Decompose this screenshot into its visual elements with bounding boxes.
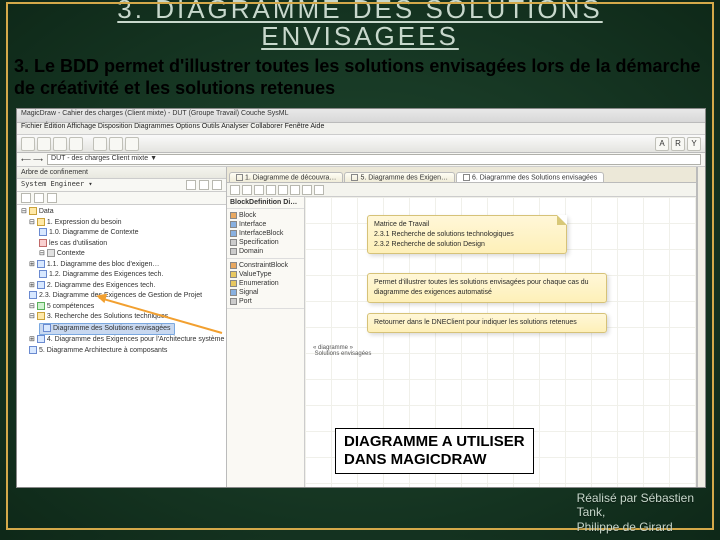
palette-item[interactable]: ValueType (230, 270, 301, 279)
palette-item[interactable]: ConstraintBlock (230, 261, 301, 270)
palette-item[interactable]: Enumeration (230, 279, 301, 288)
diagram-tab[interactable]: 1. Diagramme de découvra… (229, 172, 343, 182)
tree-item[interactable]: 2.3. Diagramme des Exigences de Gestion … (19, 291, 224, 302)
palette-item[interactable]: Domain (230, 247, 301, 256)
mini-button[interactable] (254, 185, 264, 195)
slide-subtitle: 3. Le BDD permet d'illustrer toutes les … (0, 51, 720, 102)
tree-item[interactable]: ⊟ 3. Recherche des Solutions techniques (19, 312, 224, 323)
right-collapsed-pane[interactable] (697, 167, 705, 487)
tree-item[interactable]: ⊟ 1. Expression du besoin (19, 218, 224, 229)
toolbar-button[interactable] (37, 137, 51, 151)
left-pane-header: Arbre de confinement (17, 167, 226, 179)
mini-button[interactable] (266, 185, 276, 195)
tree-item[interactable]: 1.0. Diagramme de Contexte (19, 228, 224, 239)
palette-item[interactable]: Block (230, 211, 301, 220)
tree-item[interactable]: ⊟ Data (19, 207, 224, 218)
toolbar-button[interactable] (109, 137, 123, 151)
toolbar-button[interactable]: A (655, 137, 669, 151)
app-titlebar: MagicDraw - Cahier des charges (Client m… (17, 109, 705, 123)
tree-item[interactable]: ⊞ 1.1. Diagramme des bloc d'exigen… (19, 260, 224, 271)
diagram-element-label: « diagramme » Solutions envisagées (313, 345, 371, 357)
mini-button[interactable] (47, 193, 57, 203)
tree-item[interactable]: les cas d'utilisation (19, 239, 224, 250)
mini-button[interactable] (314, 185, 324, 195)
tree-item[interactable]: ⊟ Contexte (19, 249, 224, 260)
credit-text: Réalisé par Sébastien Tank, Philippe de … (577, 491, 694, 534)
tab-row[interactable]: 1. Diagramme de découvra… 5. Diagramme d… (227, 167, 696, 183)
sticky-note[interactable]: Matrice de Travail 2.3.1 Recherche de so… (367, 215, 567, 254)
mini-button[interactable] (290, 185, 300, 195)
diagram-tab[interactable]: 5. Diagramme des Exigen… (344, 172, 455, 182)
left-pane-toolbar[interactable]: System Engineer ▾ (17, 179, 226, 192)
callout-box: DIAGRAMME A UTILISER DANS MAGICDRAW (335, 428, 534, 474)
left-pane-filter[interactable] (17, 192, 226, 205)
palette-item[interactable]: Interface (230, 220, 301, 229)
sticky-note[interactable]: Permet d'illustrer toutes les solutions … (367, 273, 607, 303)
mini-button[interactable] (302, 185, 312, 195)
palette-item[interactable]: Specification (230, 238, 301, 247)
toolbar-button[interactable]: R (671, 137, 685, 151)
sticky-note[interactable]: Retourner dans le DNEClient pour indique… (367, 313, 607, 333)
containment-tree[interactable]: ⊟ Data ⊟ 1. Expression du besoin 1.0. Di… (17, 205, 226, 487)
slide-title: 3. DIAGRAMME DES SOLUTIONS ENVISAGEES (0, 0, 720, 51)
path-input[interactable]: DUT - des charges Client mixte ▼ (47, 154, 701, 165)
mini-button[interactable] (199, 180, 209, 190)
element-palette[interactable]: BlockDefinition Di… Block Interface Inte… (227, 197, 305, 487)
diagram-tab-active[interactable]: 6. Diagramme des Solutions envisagées (456, 172, 604, 182)
tree-item[interactable]: 5. Diagramme Architecture à composants (19, 346, 224, 357)
toolbar-button[interactable] (69, 137, 83, 151)
toolbar-button[interactable] (53, 137, 67, 151)
palette-item[interactable]: InterfaceBlock (230, 229, 301, 238)
toolbar-button[interactable] (21, 137, 35, 151)
mini-button[interactable] (21, 193, 31, 203)
path-row: ⟵ ⟶ DUT - des charges Client mixte ▼ (17, 153, 705, 167)
toolbar-button[interactable]: Y (687, 137, 701, 151)
toolbar-button[interactable] (93, 137, 107, 151)
mini-button[interactable] (212, 180, 222, 190)
mini-button[interactable] (34, 193, 44, 203)
palette-section-title: BlockDefinition Di… (227, 197, 304, 209)
toolbar-button[interactable] (125, 137, 139, 151)
mini-button[interactable] (186, 180, 196, 190)
mini-button[interactable] (278, 185, 288, 195)
app-menubar[interactable]: Fichier Édition Affichage Disposition Di… (17, 123, 705, 135)
left-pane: Arbre de confinement System Engineer ▾ ⊟… (17, 167, 227, 487)
app-toolbar[interactable]: A R Y (17, 135, 705, 153)
mini-button[interactable] (230, 185, 240, 195)
mini-button[interactable] (242, 185, 252, 195)
canvas-toolbar[interactable] (227, 183, 696, 197)
tree-item[interactable]: 1.2. Diagramme des Exigences tech. (19, 270, 224, 281)
tree-item[interactable]: ⊞ 2. Diagramme des Exigences tech. (19, 281, 224, 292)
palette-item[interactable]: Port (230, 297, 301, 306)
tree-item[interactable]: ⊞ 4. Diagramme des Exigences pour l'Arch… (19, 335, 224, 346)
palette-item[interactable]: Signal (230, 288, 301, 297)
